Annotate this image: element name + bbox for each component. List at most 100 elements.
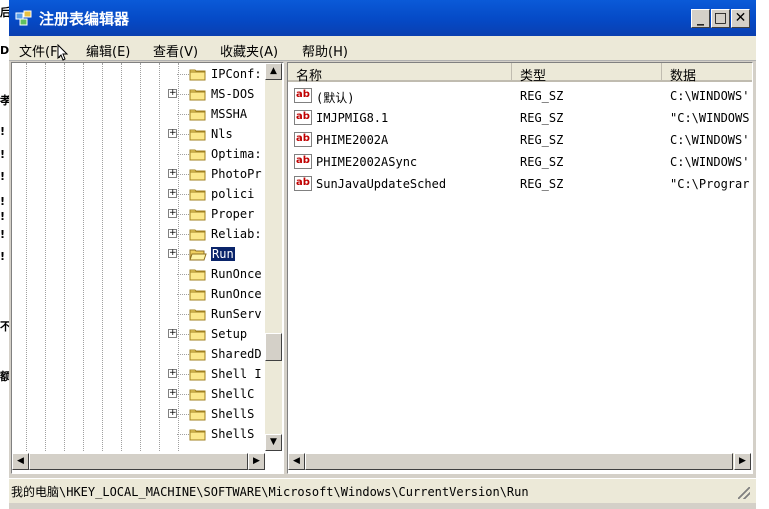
tree-item[interactable]: + ShellS	[168, 404, 268, 424]
expand-plus-icon[interactable]: +	[168, 169, 177, 178]
tree-guide-line	[178, 63, 179, 451]
tree-item[interactable]: + PhotoPr	[168, 164, 268, 184]
column-header-data[interactable]: 数据	[662, 63, 752, 84]
expand-plus-icon[interactable]: +	[168, 389, 177, 398]
expand-plus-icon[interactable]: +	[168, 409, 177, 418]
tree-item[interactable]: RunServ	[168, 304, 268, 324]
tree-vertical-scrollbar[interactable]: ▲ ▼	[265, 63, 282, 451]
menu-help[interactable]: 帮助(H)	[302, 41, 348, 60]
value-row[interactable]: ab IMJPMIG8.1 REG_SZ "C:\WINDOWS	[288, 107, 752, 129]
tree-item[interactable]: + MS-DOS	[168, 84, 268, 104]
maximize-icon: □	[713, 10, 728, 26]
key-tree-pane[interactable]: IPConf: + MS-DOS MSSHA + Nls Optima: + PhotoPr + p…	[11, 62, 284, 474]
background-glyph: !	[0, 250, 6, 263]
value-row[interactable]: ab PHIME2002ASync REG_SZ C:\WINDOWS'	[288, 151, 752, 173]
close-button[interactable]: ✕	[731, 9, 750, 28]
registry-app-icon	[15, 10, 32, 26]
tree-item-label: Run	[211, 247, 235, 261]
tree-item[interactable]: + polici	[168, 184, 268, 204]
tree-item-label: ShellS	[211, 407, 255, 421]
tree-item[interactable]: + Proper	[168, 204, 268, 224]
tree-guide-line	[159, 63, 160, 451]
list-scroll-left-button[interactable]: ◀	[288, 453, 305, 470]
list-hscroll-thumb[interactable]	[305, 453, 733, 470]
folder-icon	[189, 388, 207, 401]
menu-favorites[interactable]: 收藏夹(A)	[220, 41, 278, 60]
client-area: IPConf: + MS-DOS MSSHA + Nls Optima: + PhotoPr + p…	[11, 62, 753, 477]
value-name: PHIME2002A	[316, 133, 389, 147]
background-glyph: !	[0, 210, 6, 223]
values-list-pane[interactable]: 名称 类型 数据 ab (默认) REG_SZ C:\WINDOWS' ab IMJPMI…	[287, 62, 753, 474]
tree-item-label: MSSHA	[211, 107, 248, 121]
tree-guide-line	[64, 63, 65, 451]
menu-edit[interactable]: 编辑(E)	[86, 41, 130, 60]
tree-item[interactable]: IPConf:	[168, 64, 268, 84]
tree-item-label: RunOnce	[211, 267, 262, 281]
tree-item[interactable]: + Run	[168, 244, 268, 264]
tree-item[interactable]: MSSHA	[168, 104, 268, 124]
value-row[interactable]: ab PHIME2002A REG_SZ C:\WINDOWS'	[288, 129, 752, 151]
background-window-right	[756, 0, 769, 509]
tree-horizontal-scrollbar[interactable]: ◀ ▶	[12, 453, 265, 470]
tree-item-label: ShellS	[211, 427, 255, 441]
tree-item[interactable]: RunOnce	[168, 264, 268, 284]
folder-icon	[189, 428, 207, 441]
tree-item-label: RunOnce	[211, 287, 262, 301]
tree-item[interactable]: + ShellC	[168, 384, 268, 404]
tree-item-label: Optima:	[211, 147, 262, 161]
scroll-down-button[interactable]: ▼	[265, 434, 282, 451]
value-type: REG_SZ	[520, 177, 564, 191]
tree-item-label: RunServ	[211, 307, 262, 321]
tree-item-label: Nls	[211, 127, 233, 141]
expand-plus-icon[interactable]: +	[168, 329, 177, 338]
scroll-right-button[interactable]: ▶	[248, 453, 265, 470]
value-name: PHIME2002ASync	[316, 155, 418, 169]
title-bar[interactable]: 注册表编辑器 _ □ ✕	[9, 0, 756, 36]
expand-plus-icon[interactable]: +	[168, 369, 177, 378]
arrow-left-icon: ◀	[293, 456, 300, 466]
expand-plus-icon[interactable]: +	[168, 229, 177, 238]
tree-item[interactable]: + Setup	[168, 324, 268, 344]
value-row[interactable]: ab SunJavaUpdateSched REG_SZ "C:\Prograr	[288, 173, 752, 195]
value-data: "C:\Prograr	[670, 177, 750, 191]
scroll-up-button[interactable]: ▲	[265, 63, 282, 80]
string-value-icon: ab	[294, 154, 312, 169]
folder-icon	[189, 368, 207, 381]
tree-item[interactable]: Optima:	[168, 144, 268, 164]
column-header-type[interactable]: 类型	[512, 63, 662, 84]
tree-item[interactable]: ShellS	[168, 424, 268, 444]
maximize-button[interactable]: □	[711, 9, 730, 28]
value-data: C:\WINDOWS'	[670, 133, 750, 147]
tree-hscroll-thumb[interactable]	[29, 453, 248, 470]
menu-view[interactable]: 查看(V)	[153, 41, 198, 60]
scroll-left-button[interactable]: ◀	[12, 453, 29, 470]
folder-icon	[189, 188, 207, 201]
expand-plus-icon[interactable]: +	[168, 249, 177, 258]
tree-item[interactable]: SharedD	[168, 344, 268, 364]
tree-item[interactable]: + Reliab:	[168, 224, 268, 244]
arrow-right-icon: ▶	[739, 456, 746, 466]
tree-item[interactable]: + Shell I	[168, 364, 268, 384]
minimize-button[interactable]: _	[691, 9, 710, 28]
expand-plus-icon[interactable]: +	[168, 129, 177, 138]
column-header-name[interactable]: 名称	[288, 63, 512, 84]
folder-icon	[189, 168, 207, 181]
expand-plus-icon[interactable]: +	[168, 209, 177, 218]
expand-plus-icon[interactable]: +	[168, 189, 177, 198]
tree-item-label: MS-DOS	[211, 87, 255, 101]
tree-scroll-thumb[interactable]	[265, 333, 282, 361]
arrow-down-icon: ▼	[270, 437, 277, 447]
tree-item[interactable]: RunOnce	[168, 284, 268, 304]
list-scroll-right-button[interactable]: ▶	[734, 453, 751, 470]
value-row[interactable]: ab (默认) REG_SZ C:\WINDOWS'	[288, 85, 752, 107]
expand-plus-icon[interactable]: +	[168, 89, 177, 98]
folder-icon	[189, 328, 207, 341]
resize-grip-icon[interactable]	[738, 487, 750, 499]
tree-item[interactable]: + Nls	[168, 124, 268, 144]
background-glyph: !	[0, 228, 6, 241]
background-glyph: !	[0, 195, 6, 208]
list-horizontal-scrollbar[interactable]: ◀ ▶	[288, 453, 751, 470]
tree-guide-line	[102, 63, 103, 451]
value-name: IMJPMIG8.1	[316, 111, 389, 125]
folder-icon	[189, 408, 207, 421]
